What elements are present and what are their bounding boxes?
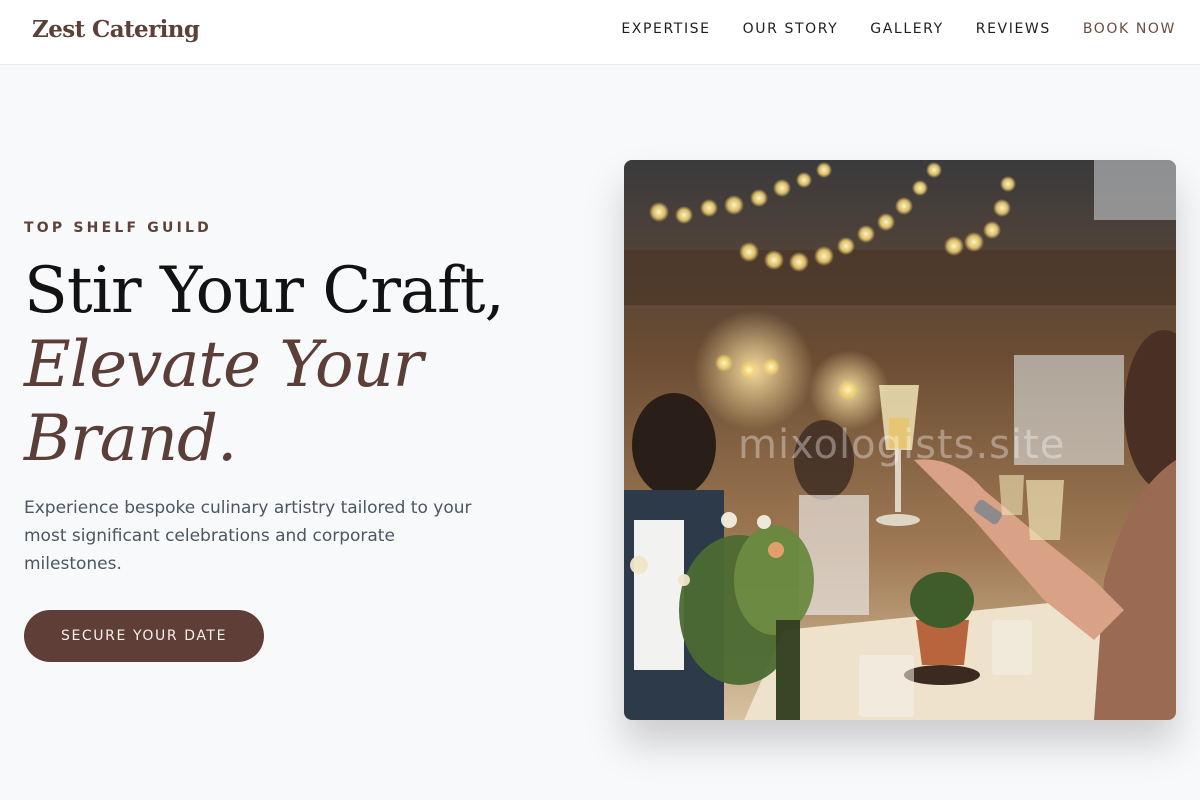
nav-link-book-now[interactable]: BOOK NOW [1083, 21, 1176, 37]
headline-line-1: Stir Your Craft, [24, 254, 505, 328]
brand-logo[interactable]: Zest Catering [32, 16, 200, 43]
hero-description: Experience bespoke culinary artistry tai… [24, 498, 472, 574]
site-header: Zest Catering EXPERTISE OUR STORY GALLER… [0, 0, 1200, 65]
main-nav: EXPERTISE OUR STORY GALLERY REVIEWS BOOK… [621, 21, 1176, 37]
photo-watermark: mixologists.site [738, 422, 1066, 468]
nav-link-our-story[interactable]: OUR STORY [743, 21, 839, 37]
hero-headline: Stir Your Craft, Elevate Your Brand. [24, 254, 584, 476]
nav-link-expertise[interactable]: EXPERTISE [621, 21, 710, 37]
headline-line-2: Elevate Your [24, 328, 423, 402]
headline-line-3: Brand. [24, 402, 237, 476]
hero-eyebrow: TOP SHELF GUILD [24, 220, 212, 236]
hero-photo: mixologists.site [624, 160, 1176, 720]
nav-link-reviews[interactable]: REVIEWS [976, 21, 1051, 37]
nav-link-gallery[interactable]: GALLERY [870, 21, 943, 37]
secure-date-button[interactable]: SECURE YOUR DATE [24, 610, 264, 662]
